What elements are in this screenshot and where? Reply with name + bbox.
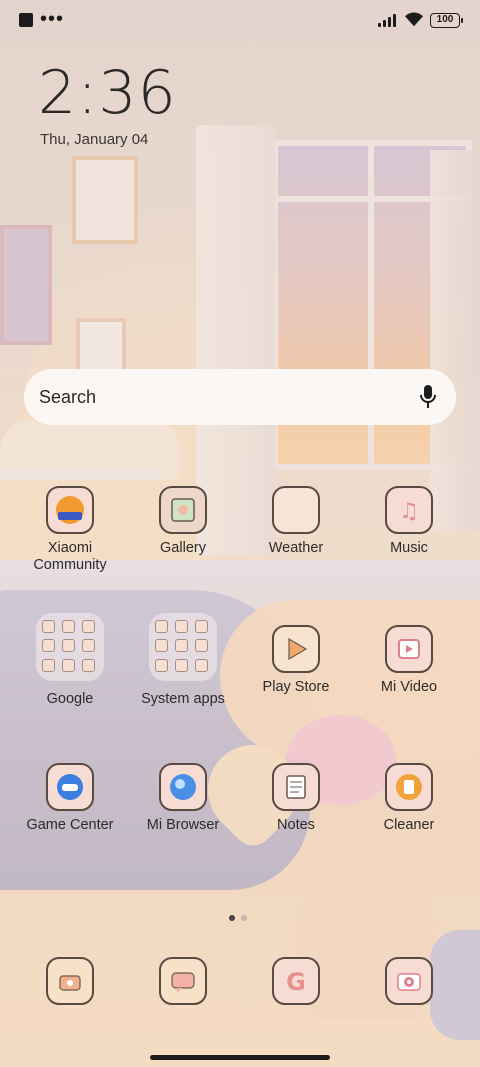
camera-icon <box>385 957 433 1005</box>
wifi-icon <box>405 12 423 27</box>
notes-icon <box>272 763 320 811</box>
dock-messages[interactable] <box>127 957 239 1005</box>
weather-icon <box>272 486 320 534</box>
app-label: Mi Video <box>380 679 438 695</box>
status-bar: ••• 100 <box>0 0 480 40</box>
app-label: Xiaomi Community <box>33 540 107 573</box>
app-label: Notes <box>277 817 315 833</box>
folder-system-apps[interactable]: System apps <box>127 613 239 707</box>
folder-google[interactable]: Google <box>14 613 126 707</box>
play-store-icon <box>272 625 320 673</box>
app-label: Play Store <box>262 679 330 695</box>
cleaner-icon <box>385 763 433 811</box>
svg-text:♫: ♫ <box>399 499 419 524</box>
app-label: Gallery <box>160 540 206 556</box>
app-xiaomi-community[interactable]: Xiaomi Community <box>14 486 126 574</box>
app-music[interactable]: ♫ Music <box>353 486 465 557</box>
app-label: Music <box>390 540 428 556</box>
app-game-center[interactable]: Game Center <box>14 763 126 834</box>
app-label: System apps <box>141 691 225 707</box>
system-apps-folder-icon <box>149 613 217 681</box>
app-weather[interactable]: Weather <box>240 486 352 557</box>
app-mi-browser[interactable]: Mi Browser <box>127 763 239 834</box>
google-folder-icon <box>36 613 104 681</box>
game-center-icon <box>46 763 94 811</box>
music-icon: ♫ <box>385 486 433 534</box>
page-indicator <box>229 908 253 926</box>
svg-text:G: G <box>286 968 306 996</box>
gesture-navigation-bar[interactable] <box>150 1055 330 1060</box>
battery-icon: 100 <box>430 13 463 28</box>
notification-icon <box>19 13 33 27</box>
search-label: Search <box>39 387 97 407</box>
page-dot <box>241 915 247 921</box>
app-label: Google <box>46 691 94 707</box>
date-label[interactable]: Thu, January 04 <box>40 131 148 148</box>
app-label: Game Center <box>26 817 114 833</box>
mi-video-icon <box>385 625 433 673</box>
dock-google[interactable]: G <box>240 957 352 1005</box>
app-gallery[interactable]: Gallery <box>127 486 239 557</box>
microphone-icon[interactable] <box>418 384 438 410</box>
google-icon: G <box>272 957 320 1005</box>
app-play-store[interactable]: Play Store <box>240 625 352 696</box>
mi-browser-icon <box>159 763 207 811</box>
phone-icon <box>46 957 94 1005</box>
app-notes[interactable]: Notes <box>240 763 352 834</box>
app-label: Mi Browser <box>146 817 220 833</box>
dock-phone[interactable] <box>14 957 126 1005</box>
messages-icon <box>159 957 207 1005</box>
clock-widget[interactable]: 2:36 <box>38 58 177 128</box>
dock-camera[interactable] <box>353 957 465 1005</box>
gallery-icon <box>159 486 207 534</box>
more-notifications-icon: ••• <box>40 8 65 30</box>
signal-icon <box>378 13 398 27</box>
app-label: Weather <box>268 540 324 556</box>
page-dot-active <box>229 915 235 921</box>
app-label: Cleaner <box>383 817 435 833</box>
app-cleaner[interactable]: Cleaner <box>353 763 465 834</box>
app-mi-video[interactable]: Mi Video <box>353 625 465 696</box>
search-bar[interactable]: Search <box>24 369 456 425</box>
xiaomi-community-icon <box>46 486 94 534</box>
